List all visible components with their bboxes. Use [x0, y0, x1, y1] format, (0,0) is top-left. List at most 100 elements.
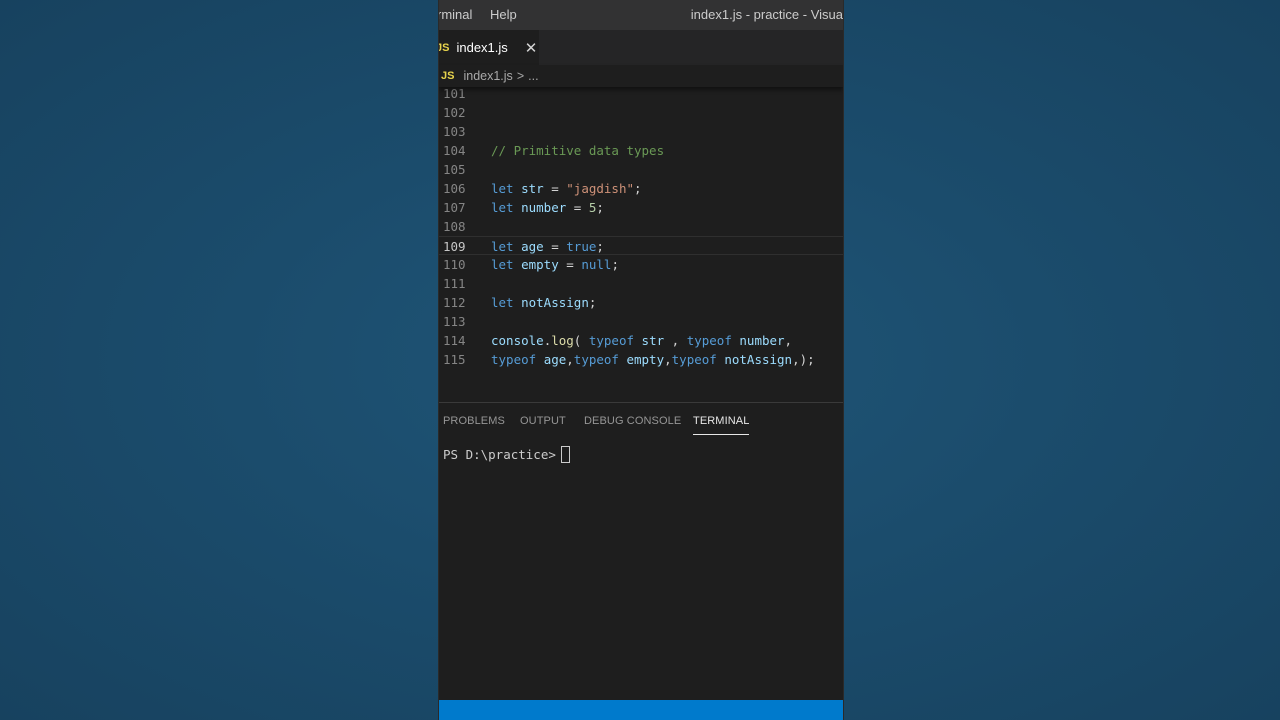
code-token: =	[543, 181, 567, 196]
code-line[interactable]: 104 // Primitive data types	[439, 141, 843, 160]
code-token: empty	[626, 352, 665, 367]
code-text: typeof age,typeof empty,typeof notAssign…	[491, 350, 815, 369]
code-text: let empty = null;	[491, 255, 619, 274]
code-token: let	[491, 181, 514, 196]
code-token: typeof	[573, 352, 619, 367]
line-number: 103	[443, 124, 466, 139]
code-line[interactable]: 113	[439, 312, 843, 331]
code-token: =	[543, 239, 567, 254]
code-token: typeof	[491, 352, 537, 367]
code-token: let	[491, 295, 514, 310]
tab-debug-console[interactable]: DEBUG CONSOLE	[584, 415, 681, 427]
tab-output[interactable]: OUTPUT	[520, 415, 566, 427]
code-token: =	[566, 200, 589, 215]
line-number: 112	[443, 295, 466, 310]
terminal-cursor	[560, 446, 570, 463]
code-line[interactable]: 105	[439, 160, 843, 179]
code-token: age	[521, 239, 544, 254]
code-line[interactable]: 111	[439, 274, 843, 293]
tab-problems[interactable]: PROBLEMS	[443, 415, 505, 427]
code-token: let	[491, 200, 514, 215]
line-number: 114	[443, 333, 466, 348]
code-line[interactable]: 112 let notAssign;	[439, 293, 843, 312]
code-token: number	[521, 200, 567, 215]
code-token: "jagdish"	[566, 181, 634, 196]
code-token: ,	[664, 352, 672, 367]
code-token: str	[521, 181, 544, 196]
code-token: let	[491, 239, 514, 254]
line-number: 104	[443, 143, 466, 158]
code-line[interactable]: 115 typeof age,typeof empty,typeof notAss…	[439, 350, 843, 369]
tab-terminal[interactable]: TERMINAL	[693, 415, 750, 435]
code-line[interactable]: 102	[439, 103, 843, 122]
code-text: let str = "jagdish";	[491, 179, 642, 198]
code-token: =	[558, 257, 582, 272]
line-number: 107	[443, 200, 466, 215]
code-token: // Primitive data types	[491, 143, 665, 158]
code-token: log	[551, 333, 574, 348]
code-token: ;	[596, 200, 604, 215]
code-line[interactable]: 108	[439, 217, 843, 236]
code-token: (	[573, 333, 589, 348]
code-line[interactable]: 110 let empty = null;	[439, 255, 843, 274]
code-token: console	[491, 333, 544, 348]
line-number: 105	[443, 162, 466, 177]
vscode-window: rminal Help index1.js - practice - Visua…	[438, 0, 844, 720]
code-text: let number = 5;	[491, 198, 604, 217]
code-token: ;	[611, 257, 619, 272]
menu-item-help[interactable]: Help	[490, 7, 517, 22]
code-token: null	[581, 257, 612, 272]
line-number: 106	[443, 181, 466, 196]
code-text: let age = true;	[491, 237, 604, 256]
code-line[interactable]: 114 console.log( typeof str , typeof numb…	[439, 331, 843, 350]
code-text: console.log( typeof str , typeof number,	[491, 331, 792, 350]
line-number: 108	[443, 219, 466, 234]
javascript-file-icon: JS	[441, 70, 455, 82]
breadcrumb: JS index1.js > ...	[439, 65, 843, 87]
javascript-file-icon: JS	[439, 41, 450, 54]
menu-bar: rminal Help	[439, 7, 531, 22]
code-token: typeof	[588, 333, 635, 348]
title-bar: rminal Help index1.js - practice - Visua	[439, 0, 843, 30]
code-token: ;	[588, 295, 597, 310]
close-icon[interactable]: ✕	[525, 39, 538, 57]
code-line[interactable]: 103	[439, 122, 843, 141]
code-token: age	[543, 352, 567, 367]
terminal-prompt: PS D:\practice>	[443, 447, 556, 462]
menu-item-terminal[interactable]: rminal	[439, 7, 472, 22]
line-number: 113	[443, 314, 466, 329]
code-token: ,);	[792, 352, 815, 367]
terminal[interactable]: PS D:\practice>	[443, 446, 570, 464]
code-token: notAssign	[521, 295, 589, 310]
line-number: 110	[443, 257, 466, 272]
breadcrumb-file[interactable]: index1.js	[463, 69, 512, 83]
code-line[interactable]: 109 let age = true;	[439, 236, 843, 255]
code-token: ,	[664, 333, 687, 348]
code-line[interactable]: 107 let number = 5;	[439, 198, 843, 217]
code-token: ,	[566, 352, 574, 367]
code-token: ;	[634, 181, 642, 196]
line-number: 111	[443, 276, 466, 291]
code-line[interactable]: 106 let str = "jagdish";	[439, 179, 843, 198]
code-text: let notAssign;	[491, 293, 596, 312]
line-number: 102	[443, 105, 466, 120]
code-token: let	[491, 257, 514, 272]
tab-index1-js[interactable]: JS index1.js ✕	[439, 30, 539, 65]
breadcrumb-more[interactable]: ...	[528, 69, 538, 83]
code-text: // Primitive data types	[491, 141, 664, 160]
status-bar	[439, 700, 843, 720]
window-title: index1.js - practice - Visua	[690, 7, 843, 22]
code-token: ,	[784, 333, 793, 348]
code-editor[interactable]: 101 102 103 104// Primitive data types 105 10…	[439, 86, 843, 402]
code-token: typeof	[671, 352, 717, 367]
code-token: str	[641, 333, 665, 348]
code-token: ;	[596, 239, 604, 254]
line-number: 115	[443, 352, 466, 367]
